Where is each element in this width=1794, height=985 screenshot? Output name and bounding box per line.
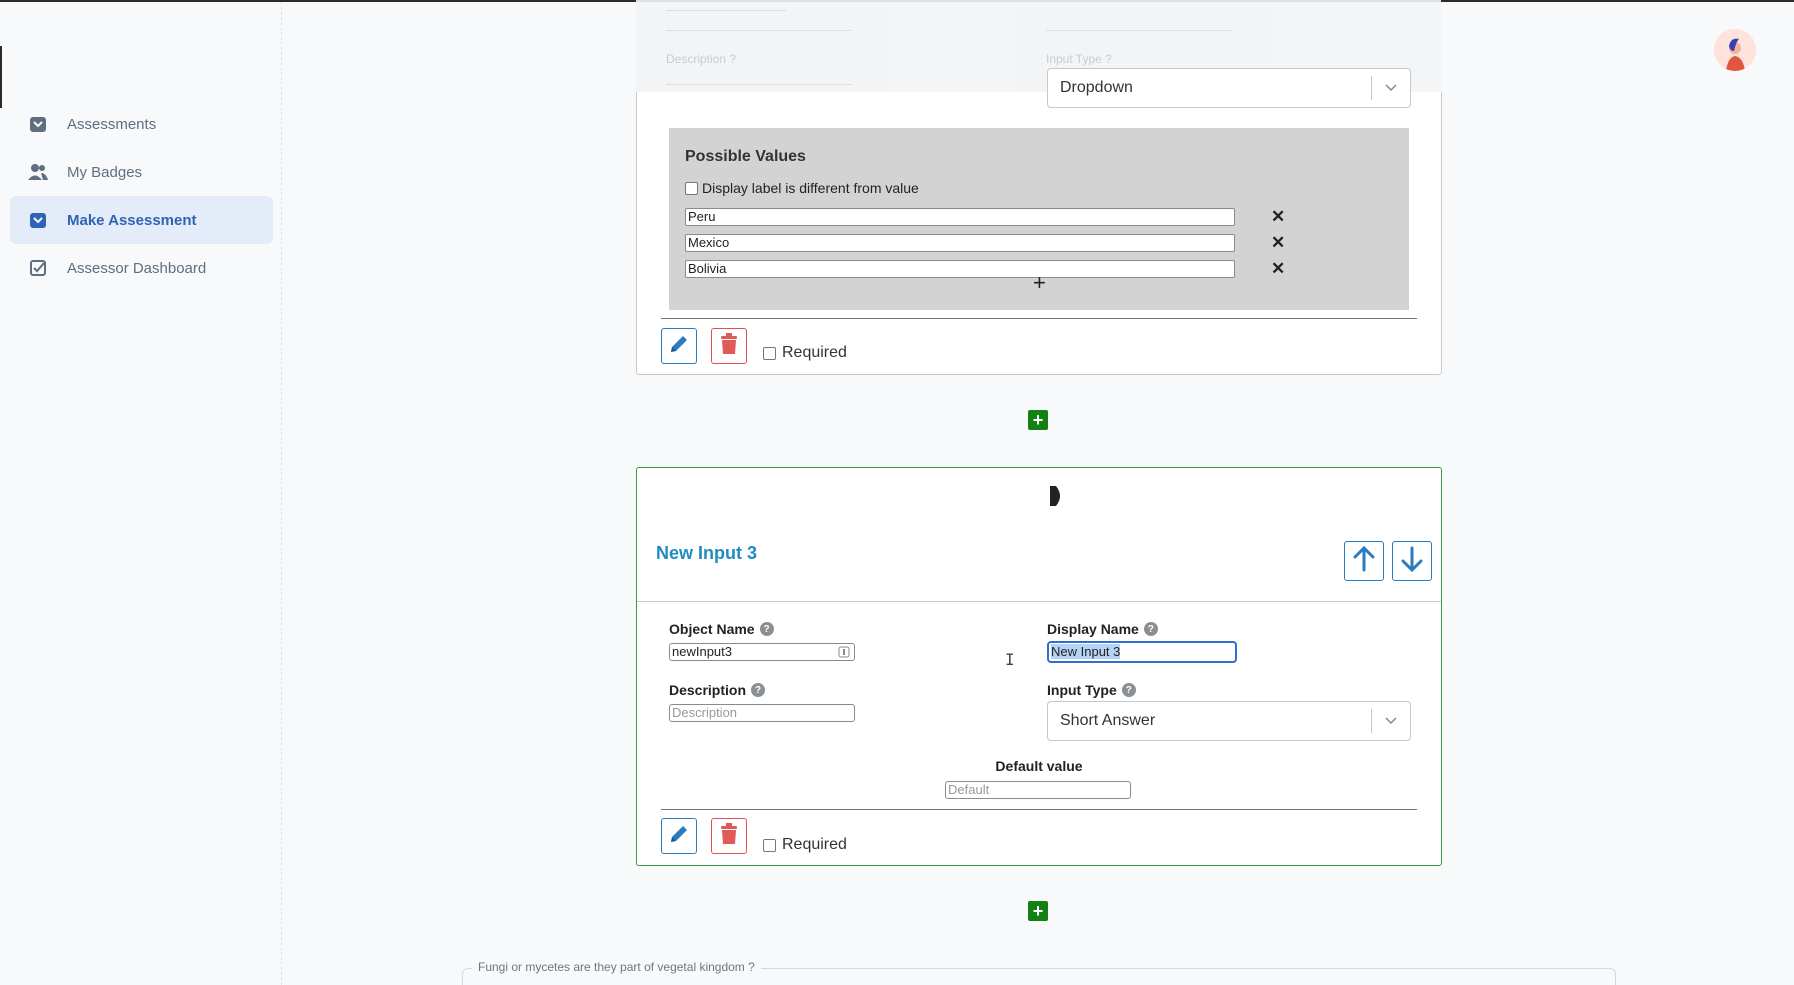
users-icon	[28, 162, 48, 182]
value-input[interactable]: Bolivia	[685, 260, 1235, 278]
help-icon[interactable]: ?	[1121, 683, 1136, 697]
input-type-label: Input Type ?	[1047, 682, 1136, 698]
input-title: New Input 3	[656, 543, 758, 563]
required-label: Required	[782, 836, 847, 853]
delete-button[interactable]	[711, 328, 747, 364]
add-value-button[interactable]: +	[1033, 272, 1046, 294]
value-input[interactable]: Peru	[685, 208, 1235, 226]
sidebar-item-label: My Badges	[67, 163, 143, 181]
checkbox[interactable]	[685, 181, 698, 195]
checkbox-label: Display label is different from value	[702, 180, 919, 196]
sidebar-item-assessments[interactable]: Assessments	[10, 100, 273, 148]
checkbox[interactable]	[763, 346, 776, 360]
display-label-different-checkbox[interactable]: Display label is different from value	[685, 180, 919, 196]
possible-values-panel: Possible Values Display label is differe…	[669, 128, 1409, 310]
help-icon[interactable]: ?	[1143, 622, 1158, 636]
pencil-icon	[668, 823, 690, 850]
collapse-toggle-icon[interactable]	[1047, 484, 1067, 513]
help-icon[interactable]: ?	[751, 683, 766, 697]
add-input-button[interactable]: +	[1028, 410, 1048, 430]
edit-button[interactable]	[661, 328, 697, 364]
divider	[661, 318, 1417, 319]
trash-icon	[719, 332, 739, 360]
default-value-label: Default value	[995, 758, 1083, 774]
sidebar-item-assessor-dashboard[interactable]: Assessor Dashboard	[10, 244, 273, 292]
move-up-button[interactable]	[1344, 541, 1384, 581]
pencil-icon	[668, 333, 690, 360]
object-name-input[interactable]: newInput3	[669, 643, 855, 661]
description-input[interactable]: Description	[669, 704, 855, 722]
assessment-icon	[28, 210, 48, 230]
sidebar-item-label: Assessor Dashboard	[67, 259, 207, 277]
header-divider	[637, 601, 1441, 602]
sidebar-item-label: Make Assessment	[67, 211, 197, 229]
possible-values-title: Possible Values	[685, 148, 806, 165]
display-name-input[interactable]: New Input 3	[1047, 641, 1237, 663]
delete-button[interactable]	[711, 818, 747, 854]
move-down-button[interactable]	[1392, 541, 1432, 581]
trash-icon	[719, 822, 739, 850]
checkbox-icon	[28, 258, 48, 278]
divider	[661, 809, 1417, 810]
input-type-value: Dropdown	[1060, 79, 1133, 96]
text-cursor-icon: I	[1005, 650, 1015, 669]
description-label: Description ?	[669, 682, 766, 698]
input-card-dropdown: Dropdown Possible Values Display label i…	[636, 68, 1442, 375]
question-legend: Fungi or mycetes are they part of vegeta…	[472, 960, 761, 974]
assessment-icon	[28, 114, 48, 134]
chevron-down-icon	[1372, 84, 1410, 92]
default-value-input[interactable]: Default	[945, 781, 1131, 799]
add-input-button[interactable]: +	[1028, 901, 1048, 921]
remove-value-icon[interactable]: ✕	[1271, 234, 1285, 252]
input-type-value: Short Answer	[1060, 712, 1156, 729]
value-input[interactable]: Mexico	[685, 234, 1235, 252]
remove-value-icon[interactable]: ✕	[1271, 260, 1285, 278]
sidebar: Assessments My Badges Make Assessment As…	[0, 2, 282, 985]
sidebar-item-my-badges[interactable]: My Badges	[10, 148, 273, 196]
required-checkbox[interactable]: Required	[763, 344, 847, 362]
required-checkbox[interactable]: Required	[763, 836, 847, 854]
input-type-select[interactable]: Short Answer	[1047, 701, 1411, 741]
checkbox[interactable]	[763, 838, 776, 852]
sidebar-item-make-assessment[interactable]: Make Assessment	[10, 196, 273, 244]
object-name-label: Object Name ?	[669, 621, 774, 637]
input-type-select[interactable]: Dropdown	[1047, 68, 1411, 108]
display-name-label: Display Name ?	[1047, 621, 1158, 637]
window-edge-marker	[0, 46, 2, 108]
sidebar-item-label: Assessments	[67, 115, 157, 133]
arrow-up-icon	[1353, 545, 1375, 577]
arrow-down-icon	[1401, 546, 1423, 577]
edit-button[interactable]	[661, 818, 697, 854]
required-label: Required	[782, 344, 847, 361]
input-card-new-input-3: New Input 3 Object Name ? newInput3 Disp…	[636, 467, 1442, 866]
help-icon[interactable]: ?	[759, 622, 774, 636]
remove-value-icon[interactable]: ✕	[1271, 208, 1285, 226]
chevron-down-icon	[1372, 717, 1410, 725]
password-manager-icon[interactable]	[838, 646, 850, 662]
avatar[interactable]	[1714, 29, 1756, 71]
